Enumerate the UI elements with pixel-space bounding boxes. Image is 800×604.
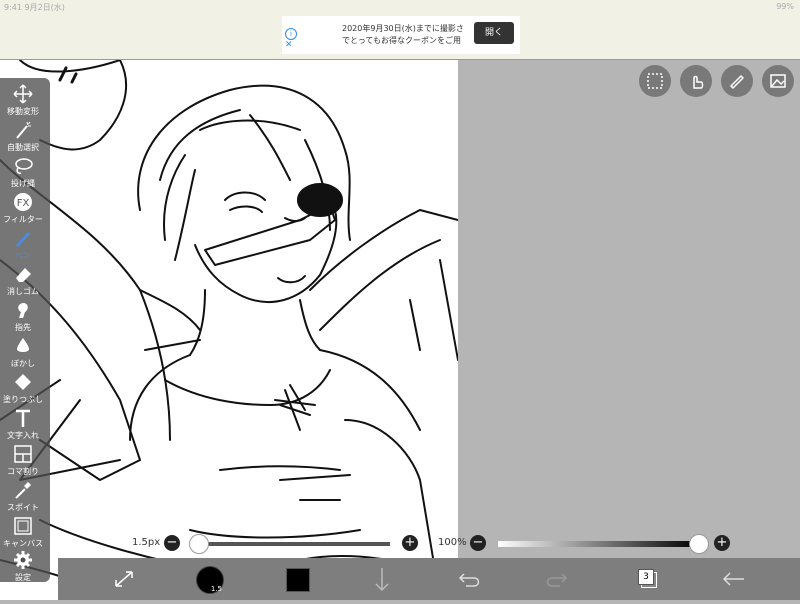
hand-touch-icon[interactable] — [680, 65, 712, 97]
brush-size-value: 1.5px — [132, 537, 161, 548]
brush-size-track[interactable] — [194, 542, 390, 546]
opacity-value: 100% — [438, 537, 467, 548]
tool-label: 塗りつぶし — [2, 395, 44, 404]
eraser-icon — [16, 268, 31, 282]
panel-icon — [14, 445, 32, 463]
tool-eyedropper[interactable]: スポイト — [0, 478, 46, 514]
status-bar: 9:41 9月2日(水) 99% — [0, 0, 800, 14]
status-battery: 99% — [776, 2, 794, 11]
fx-icon: FX — [14, 193, 32, 211]
drawing-canvas[interactable] — [0, 60, 458, 600]
tool-label: 文字入れ — [7, 431, 39, 440]
ad-text: 2020年9月30日(水)までに撮影さ でとってもお得なクーポンをご用 — [342, 23, 472, 47]
brush-size-knob[interactable] — [188, 534, 209, 554]
ruler-icon[interactable] — [721, 65, 753, 97]
tool-label: コマ割り — [7, 467, 39, 476]
brush-size-slider-row: 1.5px − + — [130, 532, 420, 556]
left-toolbar: 移動変形 自動選択 投げ縄 FX フィルター ペン 消しゴム 指先 ぼかし 塗り… — [0, 78, 50, 582]
ad-text-line2: でとってもお得なクーポンをご用 — [342, 36, 461, 45]
opacity-slider-row: 100% − + — [436, 532, 736, 556]
text-icon — [16, 409, 30, 427]
pen-icon — [16, 232, 30, 247]
svg-text:FX: FX — [17, 198, 30, 209]
tool-label: 投げ縄 — [11, 179, 35, 188]
ad-bar: i ✕ 2020年9月30日(水)までに撮影さ でとってもお得なクーポンをご用 … — [0, 14, 800, 60]
opacity-track[interactable] — [498, 541, 698, 547]
tool-eraser[interactable]: 消しゴム — [0, 262, 46, 298]
tool-pen[interactable]: ペン — [0, 226, 46, 262]
status-time: 9:41 9月2日(水) — [4, 3, 65, 12]
transform-icon[interactable] — [104, 558, 144, 600]
sketch-drawing — [0, 60, 458, 600]
tool-label: 消しゴム — [7, 287, 39, 296]
tool-move[interactable]: 移動変形 — [0, 82, 46, 118]
brush-size-decrease-button[interactable]: − — [164, 535, 180, 551]
tool-panel[interactable]: コマ割り — [0, 442, 46, 478]
tool-label: フィルター — [3, 215, 43, 224]
tool-label: 移動変形 — [7, 107, 39, 116]
opacity-decrease-button[interactable]: − — [470, 535, 486, 551]
tool-lasso[interactable]: 投げ縄 — [0, 154, 46, 190]
ad-open-button[interactable]: 開く — [474, 22, 514, 44]
ad-banner[interactable]: i ✕ 2020年9月30日(水)までに撮影さ でとってもお得なクーポンをご用 … — [282, 16, 520, 54]
close-icon[interactable]: ✕ — [285, 40, 293, 50]
canvas-outside-area — [458, 60, 800, 558]
download-icon[interactable] — [362, 558, 402, 600]
blur-drop-icon — [17, 338, 29, 352]
finger-icon — [18, 303, 28, 318]
ad-text-line1: 2020年9月30日(水)までに撮影さ — [342, 24, 464, 33]
opacity-knob[interactable] — [689, 534, 709, 554]
opacity-increase-button[interactable]: + — [714, 535, 730, 551]
tool-text[interactable]: 文字入れ — [0, 406, 46, 442]
back-arrow-icon[interactable] — [714, 558, 754, 600]
brush-preview[interactable]: 1.5 — [196, 566, 224, 594]
lasso-icon — [15, 158, 33, 174]
selection-icon[interactable] — [639, 65, 671, 97]
layer-count: 3 — [638, 569, 654, 585]
canvas-icon — [14, 517, 32, 535]
eyedropper-icon — [15, 482, 31, 499]
bottom-bar: 1.5 3 — [58, 558, 800, 600]
magic-wand-icon — [16, 121, 31, 139]
tool-label: 自動選択 — [7, 143, 39, 152]
tool-canvas[interactable]: キャンバス — [0, 514, 46, 550]
gear-icon — [14, 551, 32, 569]
info-icon[interactable]: i — [285, 28, 297, 40]
tool-label: 指先 — [15, 323, 31, 332]
tool-fill[interactable]: 塗りつぶし — [0, 370, 46, 406]
fill-bucket-icon — [15, 374, 31, 390]
tool-finger[interactable]: 指先 — [0, 298, 46, 334]
tool-auto-select[interactable]: 自動選択 — [0, 118, 46, 154]
tool-label: ぼかし — [11, 359, 35, 368]
image-import-icon[interactable] — [762, 65, 794, 97]
tool-label: 設定 — [15, 573, 31, 582]
tool-filter[interactable]: FX フィルター — [0, 190, 46, 226]
tool-label: ペン — [15, 251, 31, 260]
color-swatch[interactable] — [286, 568, 310, 592]
undo-icon[interactable] — [450, 558, 490, 600]
tool-blur[interactable]: ぼかし — [0, 334, 46, 370]
brush-size-badge: 1.5 — [210, 585, 222, 593]
move-icon — [13, 84, 33, 104]
tool-settings[interactable]: 設定 — [0, 548, 46, 584]
brush-size-increase-button[interactable]: + — [402, 535, 418, 551]
tool-label: スポイト — [7, 503, 39, 512]
layers-icon[interactable]: 3 — [626, 558, 666, 600]
redo-icon[interactable] — [536, 558, 576, 600]
